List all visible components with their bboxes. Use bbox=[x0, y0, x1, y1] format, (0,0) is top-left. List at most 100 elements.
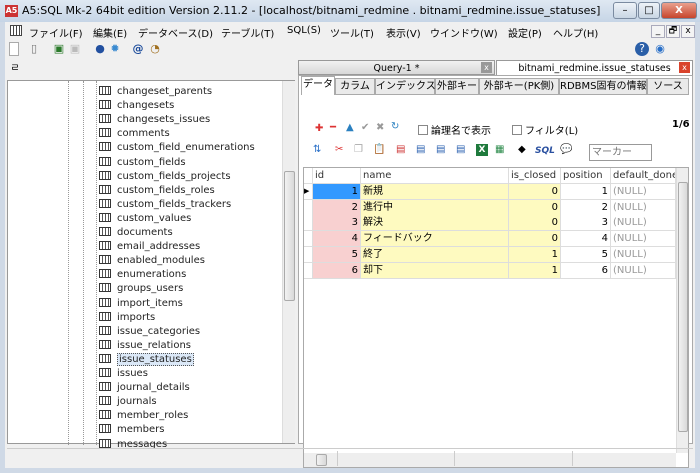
paste-icon[interactable]: 📋 bbox=[373, 144, 385, 155]
tree-item[interactable]: comments bbox=[99, 128, 170, 142]
grid-cell[interactable]: 解決 bbox=[361, 215, 509, 232]
export-tsv-icon[interactable]: ▤ bbox=[436, 144, 445, 155]
tree-item[interactable]: changesets_issues bbox=[99, 114, 210, 128]
grid-cell[interactable]: 進行中 bbox=[361, 199, 509, 216]
menu-view[interactable]: 表示(V) bbox=[386, 25, 421, 40]
tree-item[interactable]: custom_values bbox=[99, 212, 191, 227]
grid-cell[interactable]: (NULL) bbox=[611, 184, 676, 200]
at-icon[interactable]: @ bbox=[131, 42, 145, 56]
grid-cell[interactable]: 4 bbox=[313, 231, 361, 248]
grid-cell[interactable]: 終了 bbox=[361, 246, 509, 263]
grid-cell[interactable]: 1 bbox=[313, 184, 361, 200]
tree-item[interactable]: documents bbox=[99, 227, 173, 241]
grid-cell[interactable]: 新規 bbox=[361, 184, 509, 200]
grid-cell[interactable]: 3 bbox=[313, 215, 361, 232]
database-icon[interactable]: ● bbox=[93, 42, 107, 56]
help-icon[interactable]: ? bbox=[635, 42, 649, 56]
column-header[interactable]: name bbox=[361, 168, 509, 184]
diff-icon[interactable]: ◆ bbox=[518, 144, 526, 155]
menu-table[interactable]: テーブル(T) bbox=[221, 25, 274, 40]
tree-item[interactable]: journal_details bbox=[99, 382, 190, 396]
menu-tools[interactable]: ツール(T) bbox=[330, 25, 374, 40]
grid-cell[interactable]: 6 bbox=[313, 262, 361, 279]
column-header[interactable]: default_done_r bbox=[611, 168, 676, 184]
subtab[interactable]: データ bbox=[301, 76, 335, 95]
tree-item[interactable]: issue_relations bbox=[99, 339, 191, 354]
grid-cell[interactable]: 2 bbox=[561, 199, 611, 216]
tree-scroll-thumb[interactable] bbox=[284, 171, 295, 301]
history-icon[interactable]: ◔ bbox=[148, 42, 162, 56]
close-button[interactable]: X bbox=[661, 2, 697, 19]
export-csv-icon[interactable]: ▤ bbox=[416, 144, 425, 155]
subtab[interactable]: インデックス bbox=[375, 78, 436, 95]
grid-cell[interactable]: 却下 bbox=[361, 262, 509, 279]
minimize-button[interactable]: – bbox=[613, 2, 637, 19]
grid-cell[interactable]: (NULL) bbox=[611, 215, 676, 232]
connect-icon[interactable]: ▣ bbox=[52, 42, 66, 56]
tab-issue-statuses[interactable]: bitnami_redmine.issue_statuses x bbox=[496, 60, 693, 75]
subtab[interactable]: 外部キー bbox=[435, 78, 479, 95]
grid-cell[interactable]: (NULL) bbox=[611, 246, 676, 263]
menu-sql[interactable]: SQL(S) bbox=[287, 25, 321, 36]
tree-item[interactable]: custom_fields_roles bbox=[99, 184, 215, 199]
grid-vscrollbar[interactable] bbox=[676, 168, 688, 453]
column-header[interactable]: id bbox=[313, 168, 361, 184]
tree-item[interactable]: changeset_parents bbox=[99, 86, 212, 100]
column-header[interactable]: position bbox=[561, 168, 611, 184]
grid-cell[interactable]: 0 bbox=[509, 199, 561, 216]
tree-item[interactable]: changesets bbox=[99, 100, 174, 114]
grid-cell[interactable]: 4 bbox=[561, 231, 611, 248]
grid-cell[interactable]: 1 bbox=[561, 184, 611, 200]
tree-item[interactable]: import_items bbox=[99, 297, 183, 312]
tree-item[interactable]: issues bbox=[99, 368, 148, 382]
sql-button[interactable]: SQL bbox=[535, 146, 555, 156]
tab-query-1[interactable]: Query-1 * x bbox=[298, 60, 495, 75]
cancel-icon[interactable]: ✖ bbox=[376, 122, 384, 133]
menu-window[interactable]: ウインドウ(W) bbox=[430, 25, 498, 40]
table-menu-icon[interactable] bbox=[10, 25, 22, 36]
menu-edit[interactable]: 編集(E) bbox=[93, 25, 127, 40]
tree-toggle-icon[interactable]: ㄹ bbox=[8, 62, 22, 76]
tree-item[interactable]: email_addresses bbox=[99, 241, 200, 255]
grid-cell[interactable]: 0 bbox=[509, 184, 561, 200]
html-icon[interactable]: ▦ bbox=[495, 144, 504, 155]
subtab[interactable]: ソース bbox=[647, 78, 689, 95]
mdi-minimize-button[interactable]: _ bbox=[651, 25, 665, 38]
menu-database[interactable]: データベース(D) bbox=[138, 25, 213, 40]
delete-row-icon[interactable]: ━ bbox=[330, 122, 336, 133]
tree-scrollbar[interactable] bbox=[282, 81, 295, 443]
tree-item[interactable]: enabled_modules bbox=[99, 255, 205, 269]
grid-cell[interactable]: 0 bbox=[509, 231, 561, 248]
export-xml-icon[interactable]: ▤ bbox=[456, 144, 465, 155]
grid-cell[interactable]: 3 bbox=[561, 215, 611, 232]
grid-cell[interactable]: 6 bbox=[561, 262, 611, 279]
menu-file[interactable]: ファイル(F) bbox=[29, 25, 83, 40]
settings-icon[interactable]: ✹ bbox=[108, 42, 122, 56]
grid-cell[interactable]: 1 bbox=[509, 246, 561, 263]
grid-cell[interactable]: 0 bbox=[509, 215, 561, 232]
insert-row-icon[interactable]: ✚ bbox=[315, 123, 323, 134]
grid-cell[interactable]: (NULL) bbox=[611, 231, 676, 248]
mdi-restore-button[interactable]: 🗗 bbox=[666, 25, 680, 38]
mdi-close-button[interactable]: x bbox=[681, 25, 695, 38]
tree-item[interactable]: groups_users bbox=[99, 283, 183, 297]
filter-checkbox[interactable]: フィルタ(L) bbox=[512, 122, 578, 137]
tree-item[interactable]: issue_statuses bbox=[99, 352, 194, 368]
tree-item[interactable]: enumerations bbox=[99, 269, 186, 283]
cut-icon[interactable]: ✂ bbox=[335, 144, 343, 155]
subtab[interactable]: RDBMS固有の情報 bbox=[559, 78, 647, 95]
new-file-icon[interactable] bbox=[9, 42, 19, 56]
tree-item[interactable]: custom_fields_projects bbox=[99, 170, 231, 185]
menu-help[interactable]: ヘルプ(H) bbox=[553, 25, 598, 40]
disconnect-icon[interactable]: ▣ bbox=[68, 42, 82, 56]
grid-cell[interactable]: 2 bbox=[313, 199, 361, 216]
grid-cell[interactable]: (NULL) bbox=[611, 262, 676, 279]
logical-name-checkbox[interactable]: 論理名で表示 bbox=[418, 122, 491, 137]
tree-item[interactable]: member_roles bbox=[99, 410, 188, 424]
refresh-icon[interactable]: ↻ bbox=[391, 121, 399, 132]
close-tab-icon[interactable]: x bbox=[679, 62, 690, 73]
subtab[interactable]: 外部キー(PK側) bbox=[479, 78, 559, 95]
tree-item[interactable]: custom_fields_trackers bbox=[99, 198, 231, 213]
tree-item[interactable]: journals bbox=[99, 396, 157, 410]
grid-cell[interactable]: 5 bbox=[313, 246, 361, 263]
